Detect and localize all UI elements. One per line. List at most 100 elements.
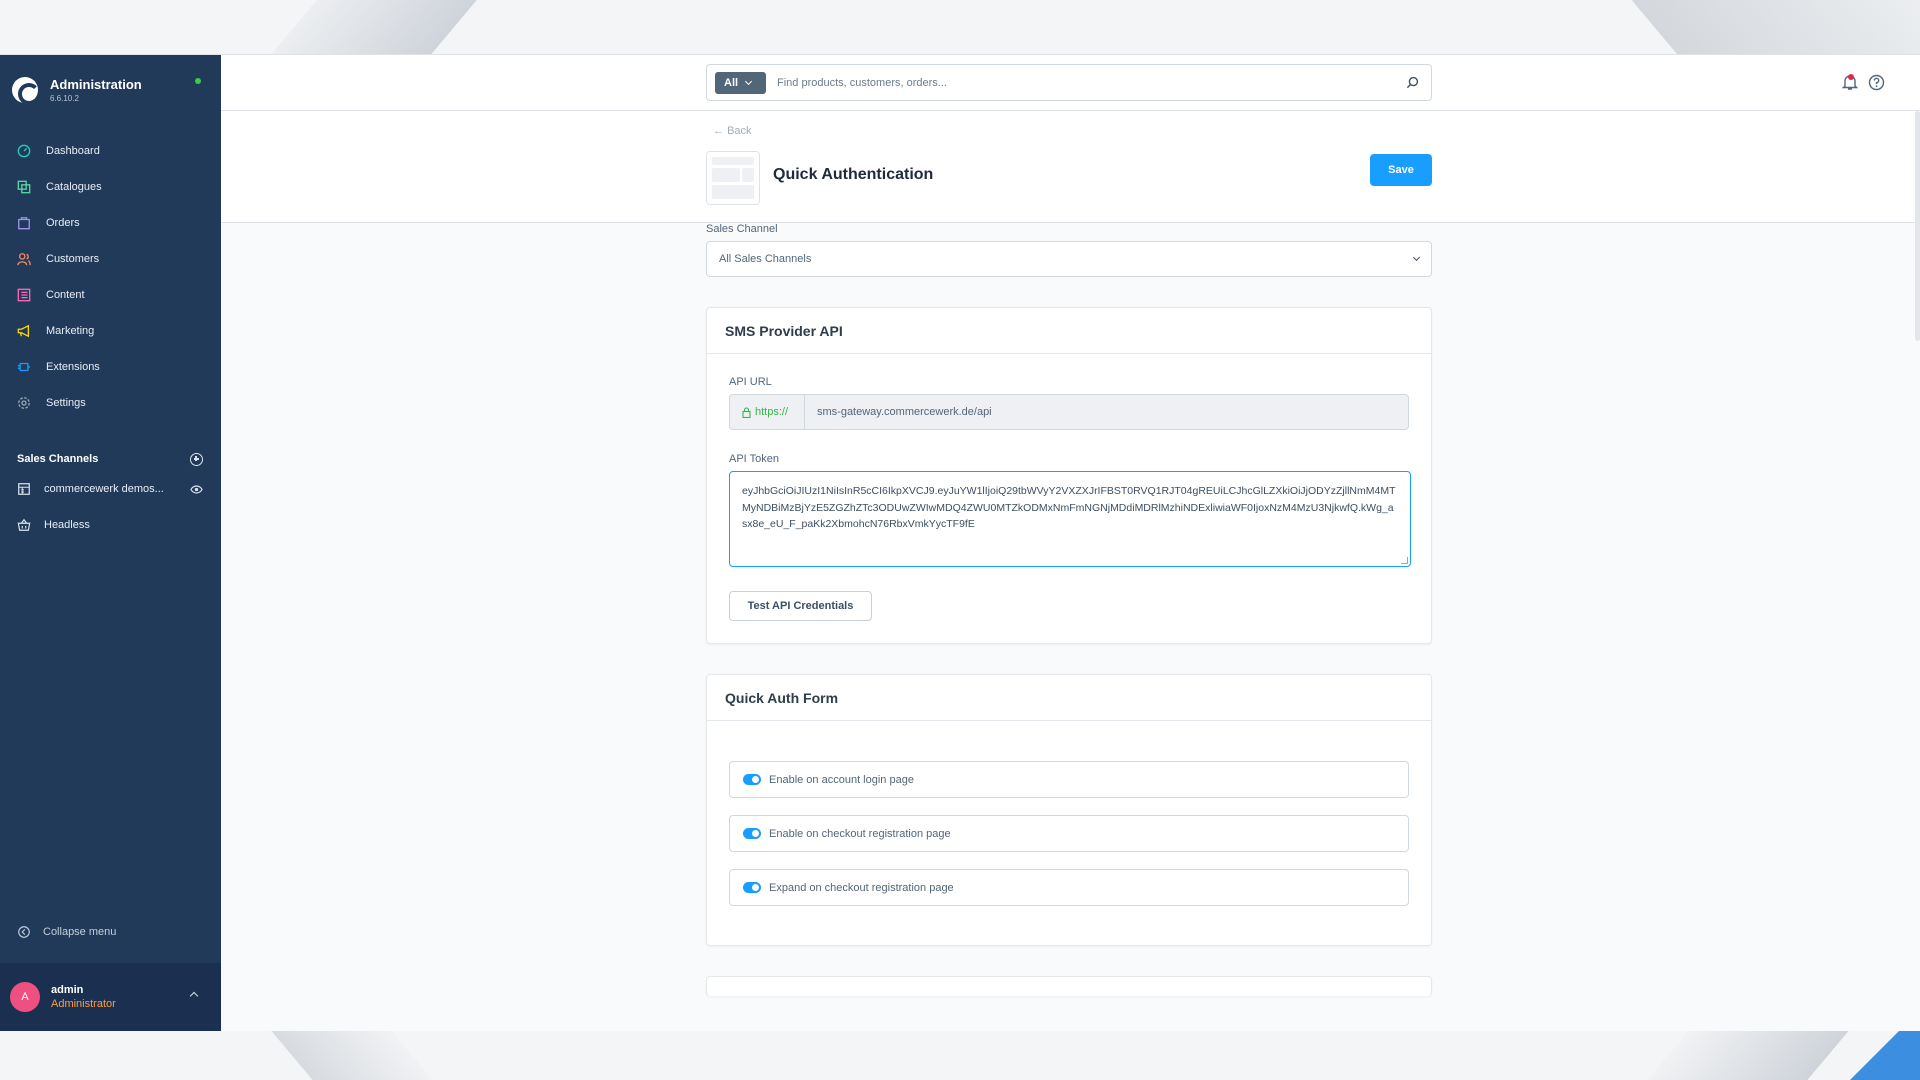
card-title: Quick Auth Form [707, 675, 1431, 721]
app-title: Administration [50, 77, 142, 92]
api-url-input[interactable]: sms-gateway.commercewerk.de/api [805, 395, 992, 429]
help-icon[interactable] [1868, 74, 1885, 91]
sidebar-item-catalogues[interactable]: Catalogues [0, 169, 221, 205]
channel-label: Headless [44, 519, 90, 531]
toggle-row-checkout-registration: Enable on checkout registration page [729, 815, 1409, 852]
test-api-credentials-button[interactable]: Test API Credentials [729, 591, 872, 621]
channel-label: commercewerk demos... [44, 483, 164, 495]
sales-channel-field: Sales Channel All Sales Channels [706, 223, 1432, 277]
toggle-switch[interactable] [743, 882, 761, 893]
sidebar-item-label: Catalogues [46, 181, 102, 193]
api-url-field: https:// sms-gateway.commercewerk.de/api [729, 394, 1409, 430]
next-card-partial [706, 976, 1432, 996]
url-prefix-text: https:// [755, 406, 789, 418]
sales-channel-label: Sales Channel [706, 223, 778, 235]
lock-icon [742, 406, 751, 418]
extensions-icon [17, 362, 31, 372]
back-label: Back [727, 125, 752, 137]
page-header: ← Back Quick Authentication Save [221, 111, 1920, 223]
search-type-label: All [724, 76, 739, 89]
search-type-select[interactable]: All [715, 71, 766, 94]
global-search: All [706, 64, 1432, 101]
toggle-row-expand-checkout: Expand on checkout registration page [729, 869, 1409, 906]
sidebar: Administration 6.6.10.2 Dashboard Catalo… [0, 55, 221, 1031]
sales-channels-title: Sales Channels [17, 453, 99, 465]
marketing-icon [17, 324, 30, 338]
page-title: Quick Authentication [773, 166, 934, 183]
dashboard-icon [17, 144, 31, 158]
sidebar-channel-headless[interactable]: Headless [0, 507, 221, 543]
sidebar-channel-storefront[interactable]: commercewerk demos... [0, 471, 221, 507]
topbar: All [221, 55, 1920, 111]
sidebar-item-label: Extensions [46, 361, 100, 373]
sidebar-item-extensions[interactable]: Extensions [0, 349, 221, 385]
orders-icon [18, 217, 30, 230]
search-icon [1406, 76, 1418, 89]
sidebar-item-label: Dashboard [46, 145, 100, 157]
storefront-icon [18, 483, 30, 495]
main-area: All ← Back Quick Authenti [221, 55, 1920, 1031]
add-sales-channel-icon[interactable] [190, 452, 203, 466]
sidebar-item-label: Customers [46, 253, 100, 265]
save-button[interactable]: Save [1370, 154, 1432, 186]
app-version: 6.6.10.2 [50, 94, 79, 103]
sidebar-item-content[interactable]: Content [0, 277, 221, 313]
chevron-up-icon[interactable] [189, 991, 199, 1001]
eye-icon[interactable] [190, 484, 203, 494]
sidebar-item-label: Content [46, 289, 85, 301]
shopware-logo-icon [12, 77, 40, 105]
catalogues-icon [17, 180, 31, 194]
chevron-down-icon [1412, 253, 1421, 262]
resize-handle-icon[interactable] [1401, 557, 1408, 564]
notification-badge [1848, 74, 1854, 80]
sidebar-item-orders[interactable]: Orders [0, 205, 221, 241]
user-role: Administrator [51, 998, 116, 1010]
user-name: admin [51, 984, 84, 996]
api-url-label: API URL [729, 376, 772, 388]
toggle-switch[interactable] [743, 774, 761, 785]
sales-channel-value: All Sales Channels [719, 253, 812, 265]
sales-channels-header: Sales Channels [0, 447, 221, 471]
settings-icon [18, 397, 30, 409]
customers-icon [17, 253, 31, 266]
sidebar-header[interactable]: Administration 6.6.10.2 [0, 55, 221, 119]
toggle-label: Enable on account login page [769, 773, 914, 786]
api-token-label: API Token [729, 453, 779, 465]
collapse-menu-button[interactable]: Collapse menu [17, 925, 116, 939]
card-title: SMS Provider API [707, 308, 1431, 354]
sidebar-item-dashboard[interactable]: Dashboard [0, 133, 221, 169]
sidebar-item-customers[interactable]: Customers [0, 241, 221, 277]
scrollbar[interactable] [1915, 111, 1920, 341]
sidebar-item-label: Marketing [46, 325, 95, 337]
main-nav: Dashboard Catalogues Orders Customers Co… [0, 133, 221, 421]
admin-window: Administration 6.6.10.2 Dashboard Catalo… [0, 54, 1920, 1031]
search-input[interactable] [777, 76, 1397, 89]
arrow-left-icon: ← [713, 125, 728, 137]
api-token-textarea[interactable]: eyJhbGciOiJIUzI1NiIsInR5cCI6IkpXVCJ9.eyJ… [729, 471, 1411, 567]
quick-auth-form-card: Quick Auth Form Enable on account login … [706, 674, 1432, 946]
collapse-menu-label: Collapse menu [43, 926, 117, 938]
user-menu[interactable]: A admin Administrator [0, 963, 221, 1031]
sidebar-item-label: Orders [46, 217, 80, 229]
search-button[interactable] [1397, 68, 1427, 98]
status-indicator-icon [195, 78, 201, 84]
sms-provider-card: SMS Provider API API URL https:// sms-ga… [706, 307, 1432, 644]
page-content: Sales Channel All Sales Channels SMS Pro… [706, 223, 1432, 996]
basket-icon [17, 518, 31, 531]
toggle-label: Expand on checkout registration page [769, 881, 954, 894]
sales-channel-select[interactable]: All Sales Channels [706, 241, 1432, 277]
api-token-value: eyJhbGciOiJIUzI1NiIsInR5cCI6IkpXVCJ9.eyJ… [742, 485, 1396, 530]
sidebar-item-settings[interactable]: Settings [0, 385, 221, 421]
toggle-row-account-login: Enable on account login page [729, 761, 1409, 798]
back-link[interactable]: ← Back [713, 125, 752, 137]
sidebar-item-label: Settings [46, 397, 86, 409]
url-prefix: https:// [730, 395, 805, 429]
toggle-switch[interactable] [743, 828, 761, 839]
chevron-down-icon [745, 77, 753, 85]
plugin-thumbnail [706, 151, 760, 205]
collapse-icon [18, 926, 30, 938]
toggle-label: Enable on checkout registration page [769, 827, 951, 840]
content-icon [17, 288, 31, 302]
avatar: A [10, 982, 40, 1012]
sidebar-item-marketing[interactable]: Marketing [0, 313, 221, 349]
